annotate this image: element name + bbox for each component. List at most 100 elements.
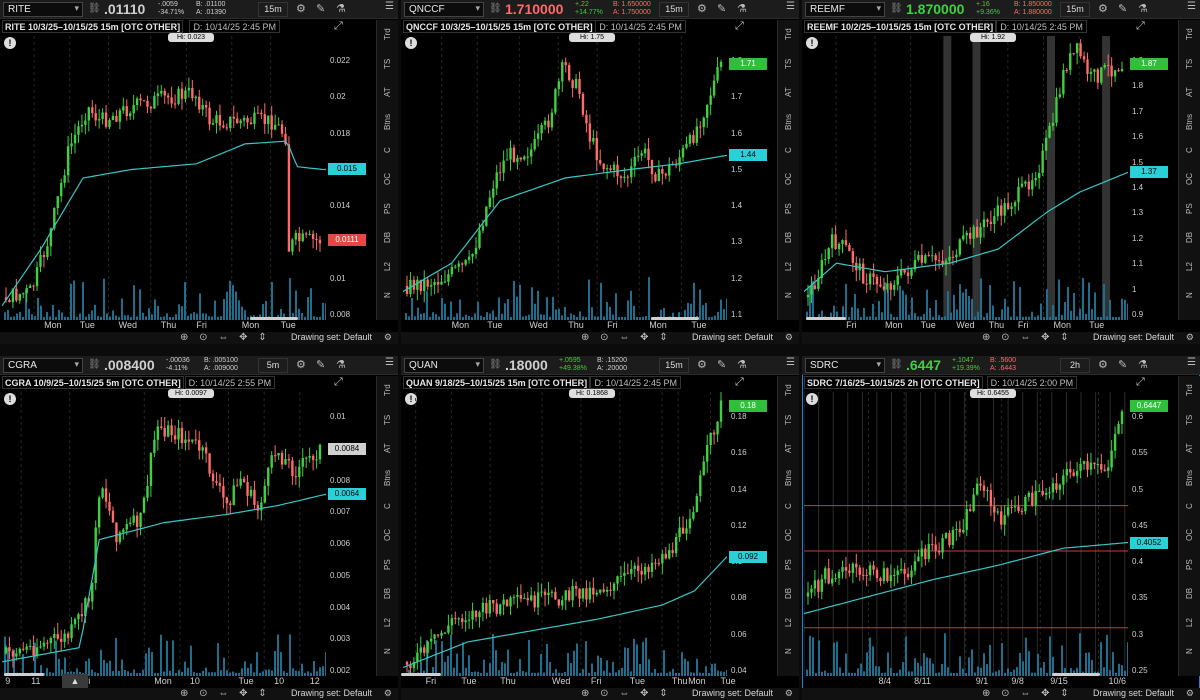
side-tab-l2[interactable]: L2 [1179,608,1200,637]
drawings-icon[interactable]: ✎ [717,358,726,371]
side-tab-at[interactable]: AT [377,78,398,107]
side-tab-ts[interactable]: TS [778,49,799,78]
chevron-down-icon[interactable]: ▾ [475,359,480,370]
side-tab-trd[interactable]: Trd [778,376,799,405]
symbol-input[interactable]: REEMF ▾ [805,2,885,17]
zoom-tools[interactable]: ⊕ ⊙ ⇔ ✥ ⇕ [581,332,672,343]
expand-icon[interactable]: ⤢ [334,20,343,33]
price-axis[interactable]: 0.010.0090.0080.0070.0060.0050.0040.0030… [168,389,374,676]
drawing-set-label[interactable]: Drawing set: Default [1093,688,1174,698]
drawing-set-label[interactable]: Drawing set: Default [291,332,372,342]
timeframe-selector[interactable]: 2h [1060,358,1090,373]
side-tab-db[interactable]: DB [1179,579,1200,608]
side-tab-n[interactable]: N [377,281,398,310]
studies-icon[interactable]: ⚗ [336,2,346,15]
menu-icon[interactable]: ☰ [786,357,795,368]
drawings-icon[interactable]: ✎ [316,358,325,371]
chevron-down-icon[interactable]: ▾ [876,359,881,370]
price-chart[interactable] [403,392,727,676]
chart-panel-reemf[interactable]: REEMF ▾ ⛓ 1.870000 +.16 +9.36% B: 1.850000 A: 1… [802,0,1200,344]
style-icon[interactable]: ⚙ [296,2,306,15]
chart-panel-sdrc[interactable]: SDRC ▾ ⛓ .6447 +.1047 +19.39% B: .5600 A: .6443… [802,356,1200,700]
price-axis[interactable]: 1.91.81.71.61.51.41.31.21.110.91.871.37H… [970,33,1176,320]
side-tab-oc[interactable]: OC [778,521,799,550]
side-tab-trd[interactable]: Trd [778,20,799,49]
chart-panel-cgra[interactable]: CGRA ▾ ⛓ .008400 -.00036 -4.11% B: .005100 A: .… [0,356,398,700]
studies-icon[interactable]: ⚗ [737,358,747,371]
side-tab-c[interactable]: C [778,136,799,165]
side-tab-ts[interactable]: TS [1179,405,1200,434]
zoom-tools[interactable]: ⊕ ⊙ ⇔ ✥ ⇕ [982,332,1073,343]
side-tab-db[interactable]: DB [778,223,799,252]
side-tab-btns[interactable]: Btns [1179,463,1200,492]
chevron-down-icon[interactable]: ▾ [876,3,881,14]
timeframe-selector[interactable]: 15m [659,2,689,17]
side-tab-ps[interactable]: PS [1179,194,1200,223]
settings-icon[interactable]: ⚙ [384,332,392,343]
side-tab-n[interactable]: N [1179,281,1200,310]
side-tab-l2[interactable]: L2 [1179,252,1200,281]
symbol-input[interactable]: RITE ▾ [3,2,83,17]
zoom-tools[interactable]: ⊕ ⊙ ⇔ ✥ ⇕ [180,688,271,699]
side-tab-db[interactable]: DB [377,223,398,252]
side-tab-n[interactable]: N [778,637,799,666]
link-icon[interactable]: ⛓ [489,3,502,15]
side-tab-btns[interactable]: Btns [1179,107,1200,136]
side-tab-at[interactable]: AT [778,78,799,107]
side-tab-c[interactable]: C [778,492,799,521]
menu-icon[interactable]: ☰ [1187,1,1196,12]
side-tab-at[interactable]: AT [377,434,398,463]
price-chart[interactable] [804,36,1128,320]
time-axis[interactable]: 911FriMon10Tue1012 [2,676,326,686]
timeframe-selector[interactable]: 15m [258,2,288,17]
chevron-down-icon[interactable]: ▾ [475,3,480,14]
side-tab-ps[interactable]: PS [377,194,398,223]
side-tab-ps[interactable]: PS [778,194,799,223]
side-tab-db[interactable]: DB [778,579,799,608]
side-tab-l2[interactable]: L2 [778,608,799,637]
drawing-set-label[interactable]: Drawing set: Default [692,332,773,342]
side-tab-oc[interactable]: OC [377,521,398,550]
price-axis[interactable]: 0.180.160.140.120.10.080.060.040.180.092… [569,389,775,676]
time-axis[interactable]: 8/4 8/11 9/1 9/8 9/15 10/6 [804,676,1128,686]
time-axis[interactable]: Fri Mon Tue Wed Thu Fri Mon Tue [804,320,1128,330]
price-chart[interactable] [2,392,326,676]
side-tab-n[interactable]: N [1179,637,1200,666]
side-tab-btns[interactable]: Btns [778,463,799,492]
link-icon[interactable]: ⛓ [890,3,903,15]
symbol-input[interactable]: CGRA ▾ [3,358,83,373]
side-tab-l2[interactable]: L2 [377,252,398,281]
side-tab-ts[interactable]: TS [377,405,398,434]
drawing-set-label[interactable]: Drawing set: Default [291,688,372,698]
drawing-set-label[interactable]: Drawing set: Default [1093,332,1174,342]
chart-panel-qnccf[interactable]: QNCCF ▾ ⛓ 1.710000 +.22 +14.77% B: 1.650000 A: … [401,0,799,344]
side-tab-btns[interactable]: Btns [778,107,799,136]
timeframe-selector[interactable]: 5m [258,358,288,373]
side-tab-c[interactable]: C [377,492,398,521]
studies-icon[interactable]: ⚗ [1138,2,1148,15]
studies-icon[interactable]: ⚗ [336,358,346,371]
zoom-tools[interactable]: ⊕ ⊙ ⇔ ✥ ⇕ [581,688,672,699]
symbol-input[interactable]: SDRC ▾ [805,358,885,373]
symbol-input[interactable]: QUAN ▾ [404,358,484,373]
side-tab-trd[interactable]: Trd [377,20,398,49]
studies-icon[interactable]: ⚗ [737,2,747,15]
side-tab-oc[interactable]: OC [1179,165,1200,194]
link-icon[interactable]: ⛓ [489,359,502,371]
side-tab-c[interactable]: C [377,136,398,165]
side-tab-db[interactable]: DB [377,579,398,608]
side-tab-btns[interactable]: Btns [377,463,398,492]
drawing-set-label[interactable]: Drawing set: Default [692,688,773,698]
drawings-icon[interactable]: ✎ [316,2,325,15]
side-tab-ts[interactable]: TS [778,405,799,434]
settings-icon[interactable]: ⚙ [785,332,793,343]
side-tab-at[interactable]: AT [778,434,799,463]
link-icon[interactable]: ⛓ [88,359,101,371]
side-tab-btns[interactable]: Btns [377,107,398,136]
style-icon[interactable]: ⚙ [1098,358,1108,371]
symbol-input[interactable]: QNCCF ▾ [404,2,484,17]
link-icon[interactable]: ⛓ [890,359,903,371]
zoom-tools[interactable]: ⊕ ⊙ ⇔ ✥ ⇕ [982,688,1073,699]
expand-icon[interactable]: ⤢ [735,376,744,389]
side-tab-n[interactable]: N [778,281,799,310]
